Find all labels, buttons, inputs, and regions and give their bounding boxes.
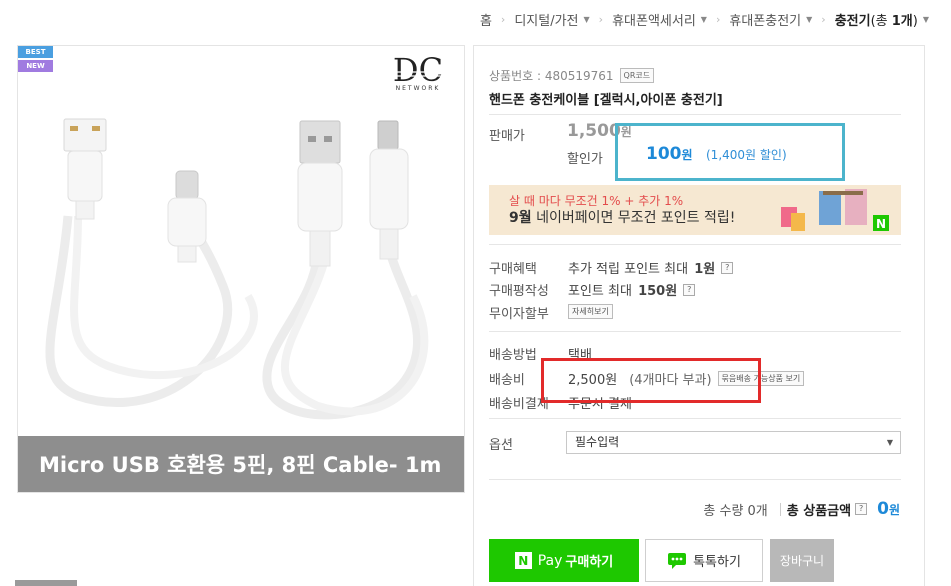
total-quantity: 총 수량 0개 [703,503,768,519]
help-icon[interactable]: ? [683,283,696,296]
cart-button[interactable]: 장바구니 [770,539,834,582]
total-amount-value: 0 [877,499,889,519]
purchase-benefit-value: 추가 적립 포인트 최대 1원? [568,258,734,277]
discount-price-label: 할인가 [567,152,603,167]
breadcrumb-home[interactable]: 홈 [480,10,492,29]
caret-down-icon[interactable]: ▼ [806,15,812,24]
option-selected-value: 필수입력 [575,435,620,449]
naverpay-buy-label: 구매하기 [565,555,614,570]
total-amount: 0원 [877,499,900,519]
breadcrumb-item-label[interactable]: 휴대폰액세서리 [612,10,696,29]
breadcrumb-count: (총 1개) [871,10,918,29]
review-point-prefix: 포인트 최대 [568,284,632,299]
breadcrumb-home-label[interactable]: 홈 [480,10,492,29]
divider [489,331,901,332]
breadcrumb-item-label[interactable]: 휴대폰충전기 [729,10,801,29]
option-label: 옵션 [489,438,513,453]
product-image-gallery[interactable]: BEST NEW DC NETWORK Micro USB 호환용 5핀, [17,45,465,493]
price-highlight-box [615,123,845,181]
option-select[interactable]: 필수입력 ▼ [566,431,901,454]
breadcrumb-item-accessories[interactable]: 휴대폰액세서리 ▼ [612,10,707,29]
banner-line2-rest: 네이버페이면 무조건 포인트 적립! [531,210,736,226]
installment-value: 자세히보기 [568,304,613,319]
separator [779,502,781,516]
breadcrumb-item-chargers[interactable]: 휴대폰충전기 ▼ [729,10,812,29]
product-number: 상품번호 : 480519761 QR코드 [489,67,655,84]
npay-mark-text: N [876,217,886,231]
breadcrumb-separator-icon: › [598,13,604,26]
product-info-panel: 상품번호 : 480519761 QR코드 핸드폰 충전케이블 [겔럭시,아이폰… [473,45,925,586]
breadcrumb-separator-icon: › [500,13,506,26]
count-prefix: (총 [870,14,892,29]
caret-down-icon[interactable]: ▼ [701,15,707,24]
divider [489,244,901,245]
banner-line2-bold: 9월 [509,210,532,226]
count-number: 1개 [891,14,913,29]
installment-details-button[interactable]: 자세히보기 [568,304,613,319]
help-icon[interactable]: ? [721,261,734,274]
breadcrumb-separator-icon: › [715,13,721,26]
review-point-label: 구매평작성 [489,284,549,299]
naverpay-n-icon: N [514,552,532,569]
new-badge: NEW [18,60,53,72]
purchase-benefit-prefix: 추가 적립 포인트 최대 [568,262,689,277]
total-summary: 총 수량 0개 총 상품금액 ? 0원 [703,499,900,519]
best-badge: BEST [18,46,53,58]
partial-button[interactable] [15,580,77,586]
banner-line2: 9월 네이버페이면 무조건 포인트 적립! [509,207,735,227]
installment-label: 무이자할부 [489,307,549,322]
original-price-value: 1,500 [567,121,621,141]
dropdown-arrow-icon: ▼ [886,438,893,447]
total-amount-label: 총 상품금액 [786,503,852,519]
caret-down-icon[interactable]: ▼ [584,15,590,24]
purchase-benefit-amount: 1원 [694,262,716,277]
breadcrumb-separator-icon: › [821,13,826,26]
shopping-illustration-icon: N [781,189,889,231]
breadcrumb-item-digital[interactable]: 디지털/가전 ▼ [514,10,589,29]
divider [489,418,901,419]
help-icon[interactable]: ? [855,503,868,515]
breadcrumb: 홈 › 디지털/가전 ▼ › 휴대폰액세서리 ▼ › 휴대폰충전기 ▼ › 충전기 (총… [480,10,929,29]
naverpay-buy-button[interactable]: N Pay 구매하기 [489,539,639,582]
caret-down-icon[interactable]: ▼ [923,15,929,24]
shipping-payment-label: 배송비결제 [489,397,549,412]
naverpay-promo-banner[interactable]: 살 때 마다 무조건 1% + 추가 1% 9월 네이버페이면 무조건 포인트 … [489,185,901,235]
total-amount-unit: 원 [888,503,900,517]
purchase-benefit-label: 구매혜택 [489,262,537,277]
breadcrumb-current-label[interactable]: 충전기 [835,10,871,29]
image-caption: Micro USB 호환용 5핀, 8핀 Cable- 1m [18,436,464,492]
shipping-method-label: 배송방법 [489,348,537,363]
divider [489,479,901,480]
talktalk-button[interactable]: 톡톡하기 [645,539,763,582]
review-point-amount: 150원 [638,284,678,299]
count-suffix: ) [912,14,918,29]
product-number-label: 상품번호 : 480519761 [489,69,614,83]
review-point-value: 포인트 최대 150원? [568,280,696,299]
shipping-fee-label: 배송비 [489,373,525,388]
sale-price-label: 판매가 [489,129,525,144]
divider [489,114,901,115]
naverpay-pay-label: Pay [537,552,563,569]
qr-code-button[interactable]: QR코드 [619,68,655,83]
product-title: 핸드폰 충전케이블 [겔럭시,아이폰 충전기] [489,93,723,108]
breadcrumb-item-label[interactable]: 디지털/가전 [514,10,578,29]
breadcrumb-current[interactable]: 충전기 (총 1개) ▼ [835,10,929,29]
chat-bubble-icon [668,553,687,569]
shipping-highlight-box [541,358,761,403]
talktalk-label: 톡톡하기 [693,555,741,570]
cable-product-image [45,118,429,420]
